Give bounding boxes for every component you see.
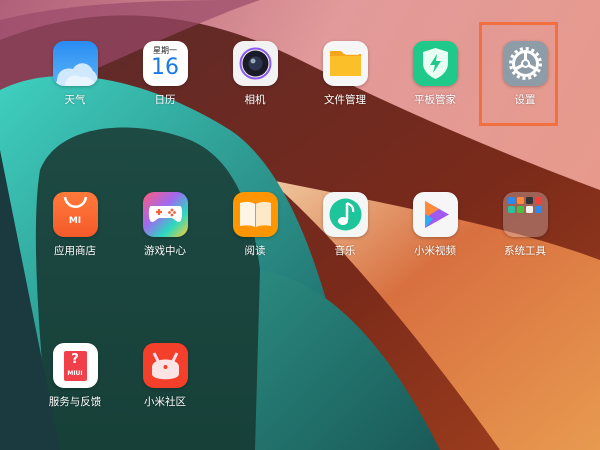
app-label: 文件管理 — [324, 94, 366, 106]
app-store-badge: MI — [68, 216, 82, 226]
calendar-weekday: 星期一 — [153, 46, 177, 55]
book-icon — [232, 192, 278, 237]
app-mi-community[interactable]: 小米社区 — [125, 343, 205, 409]
app-label: 天气 — [64, 94, 86, 106]
feedback-badge: MIUI — [67, 370, 83, 377]
app-label: 平板管家 — [414, 94, 456, 106]
app-music[interactable]: 音乐 — [305, 192, 385, 258]
app-label: 阅读 — [244, 245, 266, 257]
app-app-store[interactable]: MI 应用商店 — [35, 192, 115, 258]
calendar-icon: 星期一 16 — [142, 41, 188, 86]
app-label: 服务与反馈 — [48, 396, 102, 408]
app-label: 相机 — [244, 94, 266, 106]
app-game-center[interactable]: 游戏中心 — [125, 192, 205, 258]
weather-cloud-icon — [52, 41, 98, 86]
app-calendar[interactable]: 星期一 16 日历 — [125, 41, 205, 107]
app-label: 系统工具 — [504, 245, 546, 257]
gamepad-icon — [142, 192, 188, 237]
mi-bunny-icon — [142, 343, 188, 388]
app-label: 应用商店 — [54, 245, 96, 257]
help-bag-icon: ? MIUI — [52, 343, 98, 388]
shield-bolt-icon — [412, 41, 458, 86]
music-note-icon — [322, 192, 368, 237]
app-camera[interactable]: 相机 — [215, 41, 295, 107]
shopping-bag-icon: MI — [52, 192, 98, 237]
app-label: 日历 — [154, 94, 176, 106]
app-label: 小米视频 — [414, 245, 456, 257]
app-weather[interactable]: 天气 — [35, 41, 115, 107]
app-system-tools-folder[interactable]: 系统工具 — [485, 192, 565, 258]
app-mi-video[interactable]: 小米视频 — [395, 192, 475, 258]
app-label: 小米社区 — [144, 396, 186, 408]
folder-grid-icon — [502, 192, 548, 237]
app-label: 音乐 — [334, 245, 356, 257]
calendar-day: 16 — [151, 55, 179, 80]
settings-highlight-box — [479, 22, 558, 126]
play-icon — [412, 192, 458, 237]
app-label: 游戏中心 — [144, 245, 186, 257]
app-feedback[interactable]: ? MIUI 服务与反馈 — [35, 343, 115, 409]
app-security[interactable]: 平板管家 — [395, 41, 475, 107]
camera-icon — [232, 41, 278, 86]
folder-icon — [322, 41, 368, 86]
app-reader[interactable]: 阅读 — [215, 192, 295, 258]
app-file-manager[interactable]: 文件管理 — [305, 41, 385, 107]
